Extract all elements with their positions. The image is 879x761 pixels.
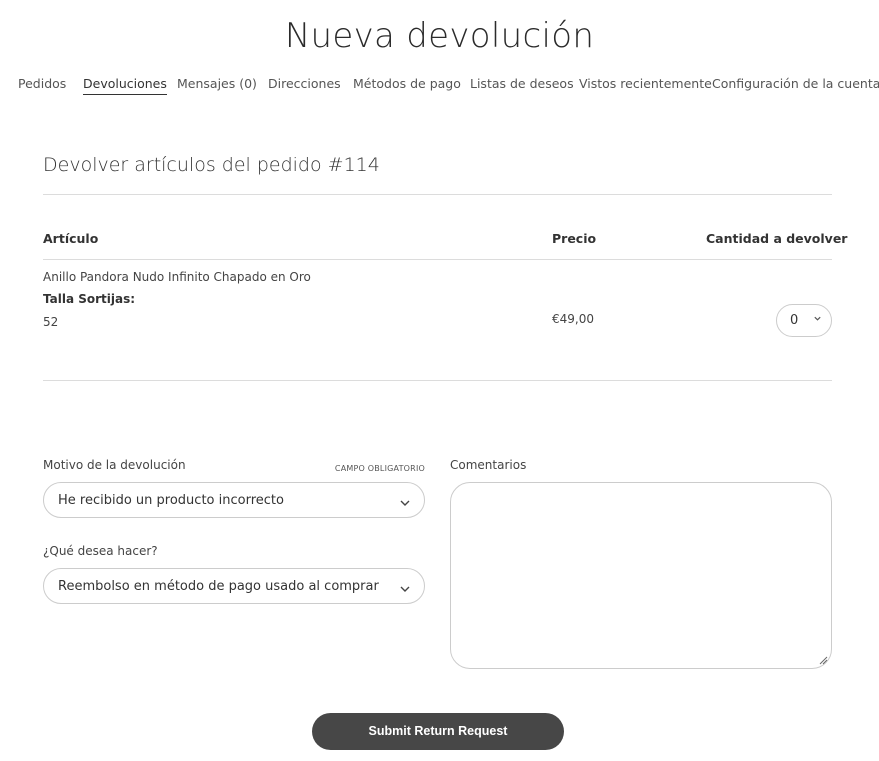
submit-return-button[interactable]: Submit Return Request (312, 713, 564, 750)
nav-item-metodos-de-pago[interactable]: Métodos de pago (353, 76, 461, 92)
action-label: ¿Qué desea hacer? (43, 544, 158, 558)
nav-item-listas-de-deseos[interactable]: Listas de deseos (470, 76, 574, 92)
return-order-title: Devolver artículos del pedido #114 (43, 154, 380, 176)
nav-item-mensajes[interactable]: Mensajes (0) (177, 76, 257, 92)
return-quantity-select[interactable]: 0 (776, 304, 832, 337)
chevron-down-icon (400, 500, 410, 506)
comments-textarea[interactable] (450, 482, 832, 669)
nav-item-configuracion[interactable]: Configuración de la cuenta (712, 76, 879, 92)
reason-label: Motivo de la devolución (43, 458, 186, 472)
nav-item-direcciones[interactable]: Direcciones (268, 76, 341, 92)
chevron-down-icon (814, 316, 821, 321)
product-attribute-label: Talla Sortijas: (43, 292, 136, 306)
chevron-down-icon (400, 586, 410, 592)
product-attribute-value: 52 (43, 315, 59, 329)
column-header-item: Artículo (43, 231, 99, 246)
return-quantity-value: 0 (790, 313, 799, 328)
required-indicator: CAMPO OBLIGATORIO (334, 464, 425, 473)
page-title: Nueva devolución (284, 16, 595, 56)
account-nav: Pedidos Devoluciones Mensajes (0) Direcc… (0, 76, 879, 96)
column-header-qty: Cantidad a devolver (706, 231, 848, 246)
nav-item-vistos-recientemente[interactable]: Vistos recientemente (579, 76, 712, 92)
nav-item-devoluciones[interactable]: Devoluciones (83, 76, 167, 95)
action-select[interactable]: Reembolso en método de pago usado al com… (43, 568, 425, 604)
reason-select[interactable]: He recibido un producto incorrecto (43, 482, 425, 518)
nav-item-pedidos[interactable]: Pedidos (18, 76, 66, 92)
reason-select-value: He recibido un producto incorrecto (58, 493, 284, 508)
divider (43, 194, 832, 195)
product-price: €49,00 (552, 312, 594, 326)
resize-handle-icon[interactable] (818, 655, 828, 665)
column-header-price: Precio (552, 231, 597, 246)
product-name: Anillo Pandora Nudo Infinito Chapado en … (43, 270, 311, 284)
divider (43, 380, 832, 381)
divider (43, 259, 832, 260)
comments-label: Comentarios (450, 458, 527, 472)
action-select-value: Reembolso en método de pago usado al com… (58, 579, 379, 594)
